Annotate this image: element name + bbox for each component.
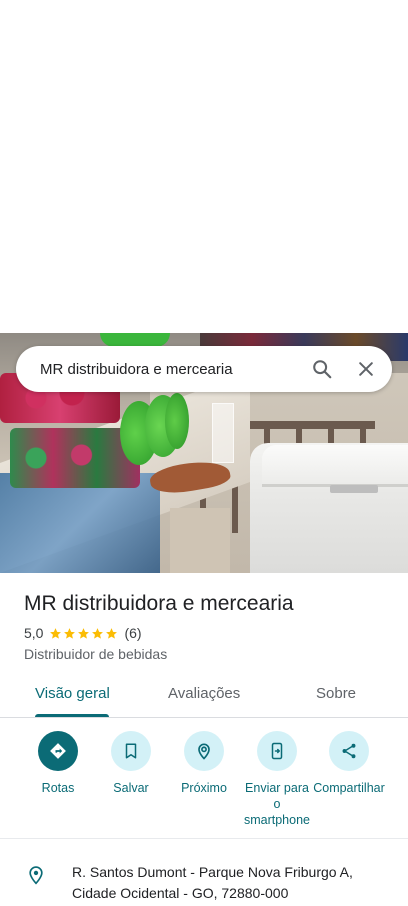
photo-jar-lid [165,393,189,449]
nearby-label: Próximo [181,781,227,795]
address-line-2: Cidade Ocidental - GO, 72880-000 [72,885,289,901]
send-to-phone-icon [257,731,297,771]
photo-freezer-handle [330,485,378,493]
rating-row[interactable]: 5,0 (6) [24,625,142,641]
nearby-button[interactable]: Próximo [166,731,242,796]
location-pin-icon [26,864,46,891]
directions-icon [38,731,78,771]
star-icon [92,627,104,639]
search-query[interactable]: MR distribuidora e mercearia [40,361,304,378]
share-label: Compartilhar [313,781,385,795]
photo-lids [100,333,170,347]
reviews-count[interactable]: (6) [124,625,141,641]
share-button[interactable]: Compartilhar [311,731,387,796]
close-icon[interactable] [348,351,384,387]
star-icon [106,627,118,639]
directions-label: Rotas [41,781,75,795]
photo-bag [212,403,234,463]
star-icon [50,627,62,639]
rating-value: 5,0 [24,625,44,641]
divider [0,838,408,839]
tab-overview[interactable]: Visão geral [35,685,110,702]
photo-counter-front [170,508,230,573]
address-text: R. Santos Dumont - Parque Nova Friburgo … [72,862,392,904]
directions-button[interactable]: Rotas [20,731,96,796]
action-buttons: Rotas Salvar Próximo Enviar para o smart… [0,731,408,831]
tab-bar: Visão geral Avaliações Sobre [0,674,408,718]
star-rating [49,627,118,640]
tab-indicator [35,714,109,717]
star-icon [64,627,76,639]
search-icon[interactable] [304,351,340,387]
share-icon [329,731,369,771]
tab-about[interactable]: Sobre [316,685,356,702]
search-bar[interactable]: MR distribuidora e mercearia [16,346,392,392]
nearby-icon [184,731,224,771]
place-title: MR distribuidora e mercearia [24,592,294,615]
address-line-1: R. Santos Dumont - Parque Nova Friburgo … [72,864,353,880]
photo-freezer-lid [262,445,408,487]
save-button[interactable]: Salvar [93,731,169,796]
bookmark-icon [111,731,151,771]
photo-glass-case [0,473,160,573]
star-icon [78,627,90,639]
place-details-screen: MR distribuidora e mercearia MR distribu… [0,0,408,906]
map-area[interactable] [0,0,408,333]
send-to-phone-button[interactable]: Enviar para o smartphone [238,731,316,828]
tab-reviews[interactable]: Avaliações [168,685,240,702]
save-label: Salvar [113,781,149,795]
place-category: Distribuidor de bebidas [24,646,168,662]
send-to-phone-label: Enviar para o smartphone [243,781,310,827]
